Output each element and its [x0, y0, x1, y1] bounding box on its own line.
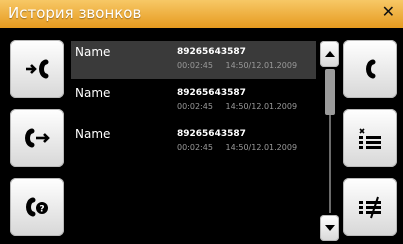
caller-name: Name [75, 127, 111, 141]
delete-all-icon [359, 196, 381, 219]
call-list: Name 89265643587 00:02:45 14:50/12.01.20… [71, 41, 316, 241]
caller-name: Name [75, 45, 111, 59]
scroll-down-button[interactable] [320, 215, 339, 241]
incoming-call-icon [26, 59, 49, 79]
call-button[interactable] [343, 40, 397, 98]
call-meta: 00:02:45 14:50/12.01.2009 [177, 61, 297, 70]
arrow-up-icon [324, 51, 335, 57]
call-duration: 00:02:45 [177, 102, 213, 111]
phone-call-icon [366, 59, 376, 79]
window-title: История звонков [8, 4, 142, 22]
call-row[interactable]: Name 89265643587 00:02:45 14:50/12.01.20… [71, 82, 316, 120]
call-meta: 00:02:45 14:50/12.01.2009 [177, 143, 297, 152]
delete-item-icon [359, 128, 381, 149]
call-history-body: ? Name 89265643587 00:02:45 14:50/12.01.… [0, 28, 403, 244]
scroll-thumb[interactable] [325, 69, 335, 115]
call-duration: 00:02:45 [177, 143, 213, 152]
list-scrollbar[interactable] [320, 41, 340, 241]
call-meta: 00:02:45 14:50/12.01.2009 [177, 102, 297, 111]
caller-phone: 89265643587 [177, 88, 246, 98]
title-bar: История звонков ✕ [0, 0, 403, 28]
delete-all-button[interactable] [343, 178, 397, 236]
caller-name: Name [75, 86, 111, 100]
call-duration: 00:02:45 [177, 61, 213, 70]
missed-calls-button[interactable]: ? [10, 178, 64, 236]
outgoing-calls-button[interactable] [10, 109, 64, 167]
scroll-up-button[interactable] [320, 41, 339, 67]
delete-entry-button[interactable] [343, 109, 397, 167]
outgoing-call-icon [25, 128, 50, 148]
incoming-calls-button[interactable] [10, 40, 64, 98]
call-row[interactable]: Name 89265643587 00:02:45 14:50/12.01.20… [71, 123, 316, 161]
caller-phone: 89265643587 [177, 47, 246, 57]
call-datetime: 14:50/12.01.2009 [225, 143, 298, 152]
call-datetime: 14:50/12.01.2009 [225, 102, 298, 111]
caller-phone: 89265643587 [177, 129, 246, 139]
arrow-down-icon [324, 225, 335, 231]
call-datetime: 14:50/12.01.2009 [225, 61, 298, 70]
svg-text:?: ? [39, 205, 44, 215]
close-icon[interactable]: ✕ [382, 2, 395, 21]
call-row[interactable]: Name 89265643587 00:02:45 14:50/12.01.20… [71, 41, 316, 79]
missed-call-icon: ? [26, 197, 48, 217]
